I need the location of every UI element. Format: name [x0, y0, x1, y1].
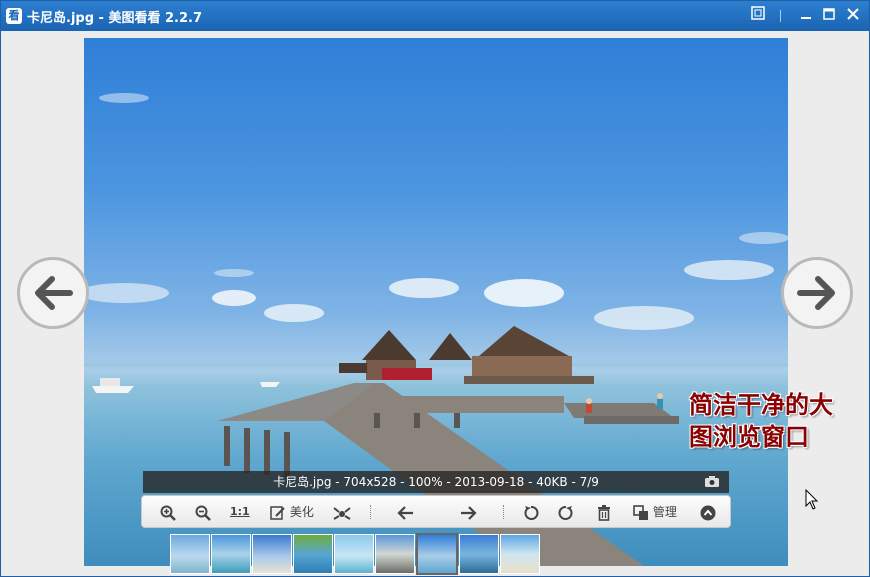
manage-button[interactable]: 管理	[633, 503, 677, 521]
window-title: 卡尼岛.jpg - 美图看看 2.2.7	[27, 11, 202, 26]
maximize-icon	[823, 8, 835, 20]
right-arrow-icon	[461, 505, 477, 520]
promo-overlay-text: 简洁干净的大 图浏览窗口	[689, 389, 833, 453]
rotate-left-button[interactable]	[523, 503, 539, 521]
trash-icon	[598, 504, 610, 521]
close-button[interactable]	[843, 6, 863, 26]
rotate-right-icon	[558, 505, 573, 520]
titlebar-separator	[780, 10, 781, 22]
viewer-area: 简洁干净的大 图浏览窗口 卡尼岛.jpg - 704x528 - 100% - …	[3, 31, 867, 576]
arrow-left-icon	[35, 276, 73, 310]
collapse-toolbar-button[interactable]	[700, 503, 716, 521]
rotate-left-icon	[524, 505, 539, 520]
left-arrow-icon	[397, 505, 413, 520]
fullscreen-icon	[751, 6, 765, 20]
zoom-in-icon	[160, 505, 176, 521]
beautify-label: 美化	[289, 505, 314, 519]
thumbnail[interactable]	[500, 534, 540, 574]
zoom-out-button[interactable]	[195, 503, 211, 521]
thumbnail[interactable]	[211, 534, 251, 574]
delete-button[interactable]	[597, 503, 611, 521]
app-icon: 看	[6, 8, 22, 24]
minimize-button[interactable]	[796, 6, 816, 26]
rotate-right-button[interactable]	[558, 503, 574, 521]
thumbnail[interactable]	[252, 534, 292, 574]
toolbar-separator	[370, 505, 373, 519]
promo-line-2: 图浏览窗口	[689, 423, 809, 451]
maximize-button[interactable]	[819, 6, 839, 26]
bottom-toolbar: 1:1 美化 管理	[141, 495, 731, 528]
minimize-icon	[801, 17, 811, 19]
title-bar[interactable]: 看 卡尼岛.jpg - 美图看看 2.2.7	[1, 1, 869, 31]
mouse-cursor-icon	[805, 489, 819, 510]
beautify-button[interactable]: 美化	[270, 503, 314, 521]
app-window: 看 卡尼岛.jpg - 美图看看 2.2.7 简洁干净的大 图浏览窗口 卡尼岛.…	[0, 0, 870, 577]
chevron-up-icon	[700, 505, 716, 520]
close-icon	[847, 8, 859, 20]
edit-pen-icon	[270, 505, 285, 520]
image-info-text: 卡尼岛.jpg - 704x528 - 100% - 2013-09-18 - …	[273, 475, 599, 489]
zoom-in-button[interactable]	[160, 503, 176, 521]
toolbar-separator	[503, 505, 506, 519]
slideshow-button[interactable]	[332, 503, 352, 521]
image-info-bar: 卡尼岛.jpg - 704x528 - 100% - 2013-09-18 - …	[143, 471, 729, 493]
thumbnail[interactable]	[293, 534, 333, 574]
thumbnail-active[interactable]	[416, 533, 458, 575]
fullscreen-button[interactable]	[748, 6, 768, 26]
thumbnail[interactable]	[375, 534, 415, 574]
next-image-button[interactable]	[781, 257, 853, 329]
manage-label: 管理	[652, 505, 677, 519]
previous-image-button[interactable]	[17, 257, 89, 329]
thumbnail[interactable]	[459, 534, 499, 574]
manage-icon	[633, 504, 648, 520]
camera-icon[interactable]	[705, 476, 719, 487]
thumbnail[interactable]	[170, 534, 210, 574]
promo-line-1: 简洁干净的大	[689, 391, 833, 419]
thumbnail[interactable]	[334, 534, 374, 574]
actual-size-button[interactable]: 1:1	[230, 503, 250, 521]
arrow-right-icon	[797, 276, 835, 310]
zoom-out-icon	[195, 505, 211, 521]
share-nodes-icon	[333, 506, 351, 520]
previous-button[interactable]	[397, 503, 415, 521]
next-button[interactable]	[459, 503, 477, 521]
